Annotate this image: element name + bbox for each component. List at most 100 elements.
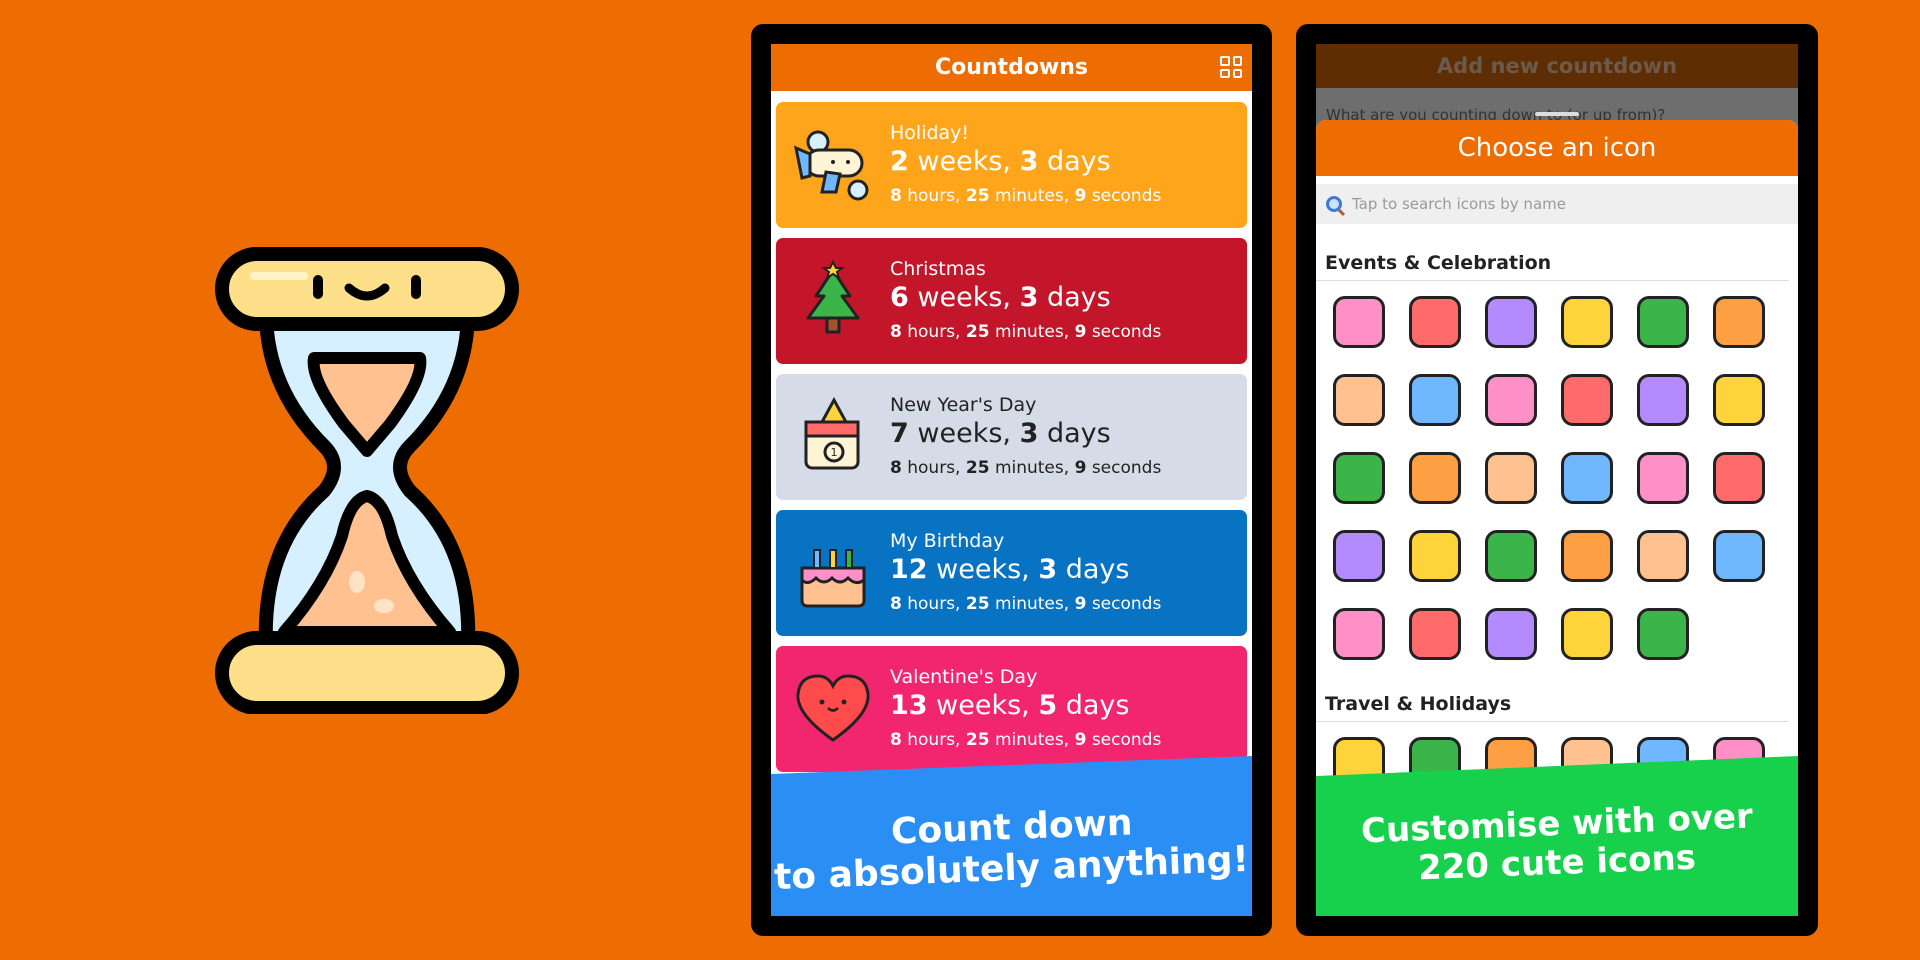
card-title: Valentine's Day [890, 666, 1038, 688]
sheet-drag-handle[interactable] [1535, 112, 1579, 116]
phone-icon-picker: Add new countdown What are you counting … [1296, 24, 1818, 936]
card-time: 8 hours, 25 minutes, 9 seconds [890, 730, 1162, 750]
card-weeks-days: 2 weeks, 3 days [890, 146, 1111, 177]
banner-line-2: to absolutely anything! [773, 838, 1250, 899]
gift-basket-icon [1637, 296, 1689, 348]
airplane-icon [793, 130, 869, 201]
icon-option[interactable] [1710, 451, 1768, 505]
app-bar: Countdowns [771, 44, 1252, 91]
icon-option[interactable] [1406, 529, 1464, 583]
hourglass-icon [215, 247, 519, 714]
icon-option[interactable] [1406, 607, 1464, 661]
graduation-cap-icon [1561, 608, 1613, 660]
icon-option[interactable] [1558, 607, 1616, 661]
uncle-sam-hat-icon [1333, 374, 1385, 426]
ring-icon [1409, 296, 1461, 348]
icon-option[interactable] [1634, 607, 1692, 661]
promo-banner-countdown: Count down to absolutely anything! [771, 756, 1252, 916]
icon-option[interactable] [1482, 607, 1540, 661]
countdown-card-holiday[interactable]: Holiday! 2 weeks, 3 days 8 hours, 25 min… [776, 102, 1247, 228]
baby-mobile-icon [1409, 452, 1461, 504]
icon-option[interactable] [1330, 451, 1388, 505]
add-countdown-header: Add new countdown [1316, 44, 1798, 88]
countdown-card-birthday[interactable]: My Birthday 12 weeks, 3 days 8 hours, 25… [776, 510, 1247, 636]
icon-option[interactable] [1406, 451, 1464, 505]
diya-lamp-icon [1637, 374, 1689, 426]
love-letter-icon [1713, 530, 1765, 582]
countdown-card-new-year[interactable]: 1 New Year's Day 7 weeks, 3 days 8 hours… [776, 374, 1247, 500]
dreidel-icon [1713, 374, 1765, 426]
icon-option[interactable] [1482, 529, 1540, 583]
gift-icon [1485, 530, 1537, 582]
page-title: Countdowns [934, 55, 1089, 80]
new-year-calendar-icon: 1 [804, 396, 860, 470]
banner-line-2: 220 cute icons [1417, 837, 1697, 889]
countdown-card-christmas[interactable]: Christmas 6 weeks, 3 days 8 hours, 25 mi… [776, 238, 1247, 364]
icon-option[interactable] [1330, 529, 1388, 583]
icon-option[interactable] [1634, 295, 1692, 349]
icon-option[interactable] [1406, 295, 1464, 349]
section-title-events: Events & Celebration [1316, 224, 1789, 281]
countdown-card-valentines[interactable]: Valentine's Day 13 weeks, 5 days 8 hours… [776, 646, 1247, 772]
rainbow-flag-icon [1713, 452, 1765, 504]
card-time: 8 hours, 25 minutes, 9 seconds [890, 322, 1162, 342]
birthday-cake-icon [800, 549, 866, 608]
card-weeks-days: 6 weeks, 3 days [890, 282, 1111, 313]
icon-option[interactable] [1482, 373, 1540, 427]
search-placeholder: Tap to search icons by name [1352, 195, 1566, 213]
icon-option[interactable] [1634, 373, 1692, 427]
balloons-icon [1485, 608, 1537, 660]
icon-option[interactable] [1558, 451, 1616, 505]
bouquet-icon [1637, 530, 1689, 582]
sheet-title: Choose an icon [1316, 120, 1798, 176]
phone-countdowns: Countdowns Holiday! 2 weeks, 3 days 8 ho… [751, 24, 1272, 936]
icon-option[interactable] [1482, 295, 1540, 349]
rainbow-heart-icon [1637, 452, 1689, 504]
icon-option[interactable] [1710, 373, 1768, 427]
icon-picker-screen: Add new countdown What are you counting … [1316, 44, 1798, 916]
card-weeks-days: 7 weeks, 3 days [890, 418, 1111, 449]
key-icon [1333, 530, 1385, 582]
party-popper-icon [1409, 608, 1461, 660]
roast-turkey-icon [1485, 374, 1537, 426]
card-weeks-days: 12 weeks, 3 days [890, 554, 1130, 585]
card-time: 8 hours, 25 minutes, 9 seconds [890, 186, 1162, 206]
invitation-envelope-icon [1333, 608, 1385, 660]
christmas-tree-icon [1561, 374, 1613, 426]
card-title: Holiday! [890, 122, 970, 144]
icon-option[interactable] [1634, 529, 1692, 583]
bells-icon [1637, 608, 1689, 660]
search-input[interactable]: Tap to search icons by name [1316, 184, 1798, 224]
baby-bottle-icon [1561, 452, 1613, 504]
church-icon [1333, 452, 1385, 504]
card-time: 8 hours, 25 minutes, 9 seconds [890, 594, 1162, 614]
birthday-cake-icon [1485, 296, 1537, 348]
card-title: My Birthday [890, 530, 1005, 552]
icon-option[interactable] [1710, 295, 1768, 349]
icon-option[interactable] [1406, 373, 1464, 427]
heart-icon [1561, 530, 1613, 582]
icon-option[interactable] [1558, 373, 1616, 427]
svg-text:1: 1 [831, 446, 838, 459]
countdowns-screen: Countdowns Holiday! 2 weeks, 3 days 8 ho… [771, 44, 1252, 916]
wedding-cake-icon [1333, 296, 1385, 348]
easter-egg-icon [1713, 296, 1765, 348]
pumpkin-icon [1409, 374, 1461, 426]
card-weeks-days: 13 weeks, 5 days [890, 690, 1130, 721]
section-title-travel: Travel & Holidays [1316, 661, 1789, 722]
icon-option[interactable] [1330, 373, 1388, 427]
grid-view-icon[interactable] [1220, 56, 1242, 78]
search-icon [1326, 196, 1342, 212]
icon-option[interactable] [1330, 607, 1388, 661]
icon-grid-events [1316, 281, 1798, 661]
new-year-calendar-icon [1561, 296, 1613, 348]
card-title: New Year's Day [890, 394, 1037, 416]
icon-option[interactable] [1558, 295, 1616, 349]
icon-option[interactable] [1482, 451, 1540, 505]
icon-option[interactable] [1634, 451, 1692, 505]
icon-option[interactable] [1330, 295, 1388, 349]
icon-option[interactable] [1558, 529, 1616, 583]
christmas-tree-icon [806, 259, 860, 334]
icon-option[interactable] [1710, 529, 1768, 583]
card-time: 8 hours, 25 minutes, 9 seconds [890, 458, 1162, 478]
